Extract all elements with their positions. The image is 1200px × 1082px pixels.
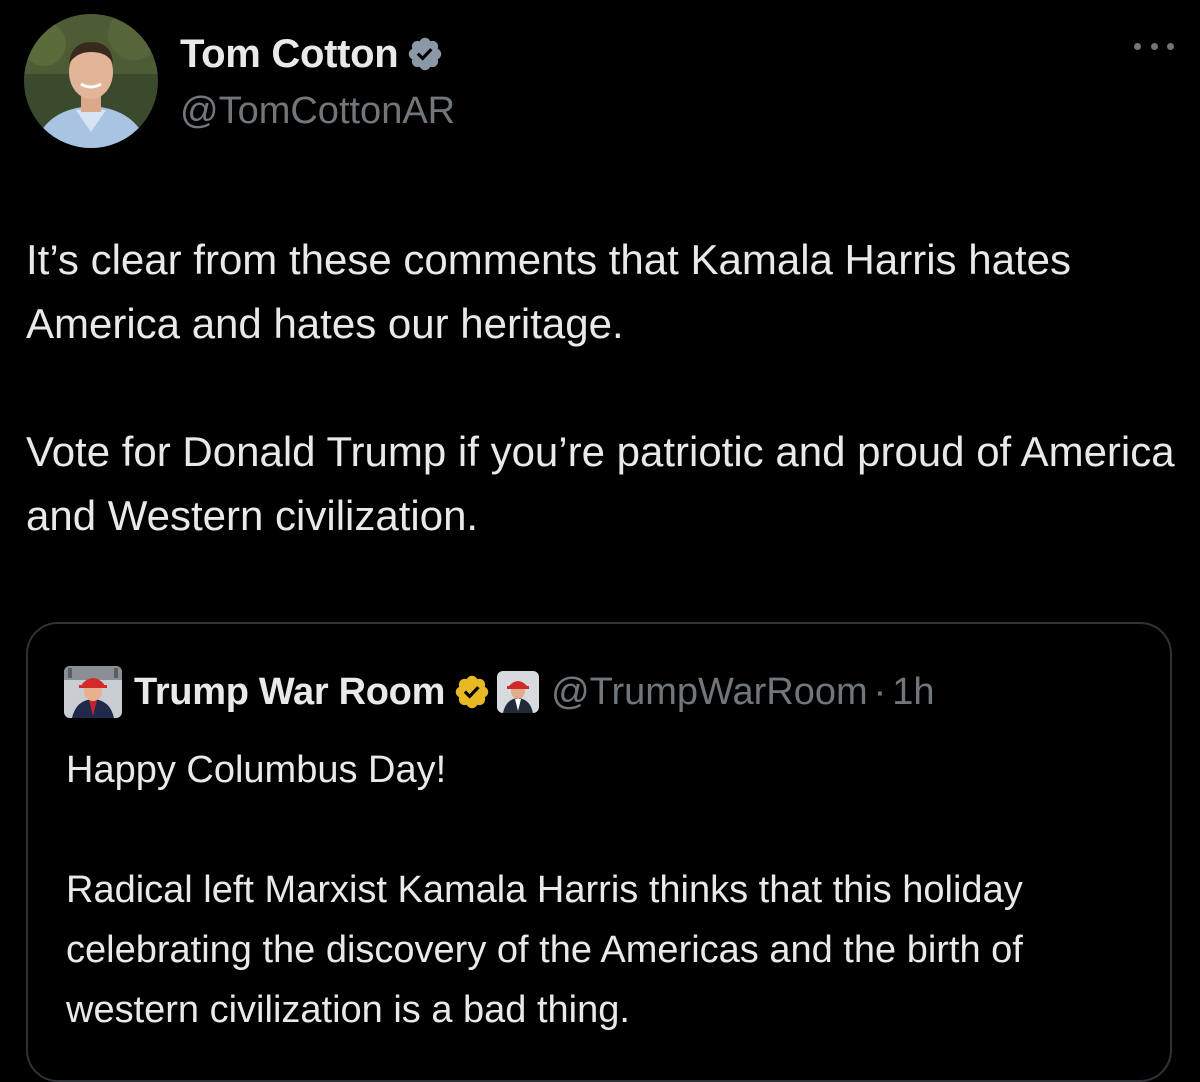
more-dot xyxy=(1150,42,1158,50)
quoted-author-display-name[interactable]: Trump War Room xyxy=(134,671,445,714)
author-handle[interactable]: @TomCottonAR xyxy=(180,90,455,133)
quoted-tweet-timestamp[interactable]: 1h xyxy=(892,671,934,714)
tweet-text: It’s clear from these comments that Kama… xyxy=(26,228,1186,548)
quoted-tweet-header: Trump War Room @TrumpWarRoom · 1h xyxy=(64,664,935,720)
gold-verified-badge-icon xyxy=(455,675,489,709)
tweet-header: Tom Cotton @TomCottonAR xyxy=(24,14,1176,154)
affiliation-badge-image xyxy=(497,671,540,713)
quoted-tweet-paragraph: Radical left Marxist Kamala Harris think… xyxy=(66,869,1023,1031)
affiliation-badge-icon[interactable] xyxy=(497,671,540,713)
more-dot xyxy=(1134,42,1141,50)
more-options-icon[interactable] xyxy=(1134,36,1174,56)
author-display-name[interactable]: Tom Cotton xyxy=(180,32,399,77)
tweet-paragraph: Vote for Donald Trump if you’re patrioti… xyxy=(26,428,1175,539)
quoted-tweet-card[interactable]: Trump War Room @TrumpWarRoom · 1h Happy … xyxy=(26,622,1172,1082)
quoted-author-avatar[interactable] xyxy=(64,666,122,718)
quoted-tweet-text: Happy Columbus Day! Radical left Marxist… xyxy=(66,740,1146,1040)
author-name-row: Tom Cotton xyxy=(180,32,444,76)
quoted-author-avatar-image xyxy=(64,666,122,718)
quoted-tweet-paragraph: Happy Columbus Day! xyxy=(66,749,447,791)
separator-dot: · xyxy=(873,670,887,713)
tweet-paragraph: It’s clear from these comments that Kama… xyxy=(26,236,1071,347)
verified-badge-icon xyxy=(409,37,442,71)
quoted-author-handle[interactable]: @TrumpWarRoom xyxy=(551,671,868,714)
more-dot xyxy=(1167,42,1174,50)
author-avatar[interactable] xyxy=(24,14,158,148)
author-avatar-image xyxy=(24,14,158,148)
